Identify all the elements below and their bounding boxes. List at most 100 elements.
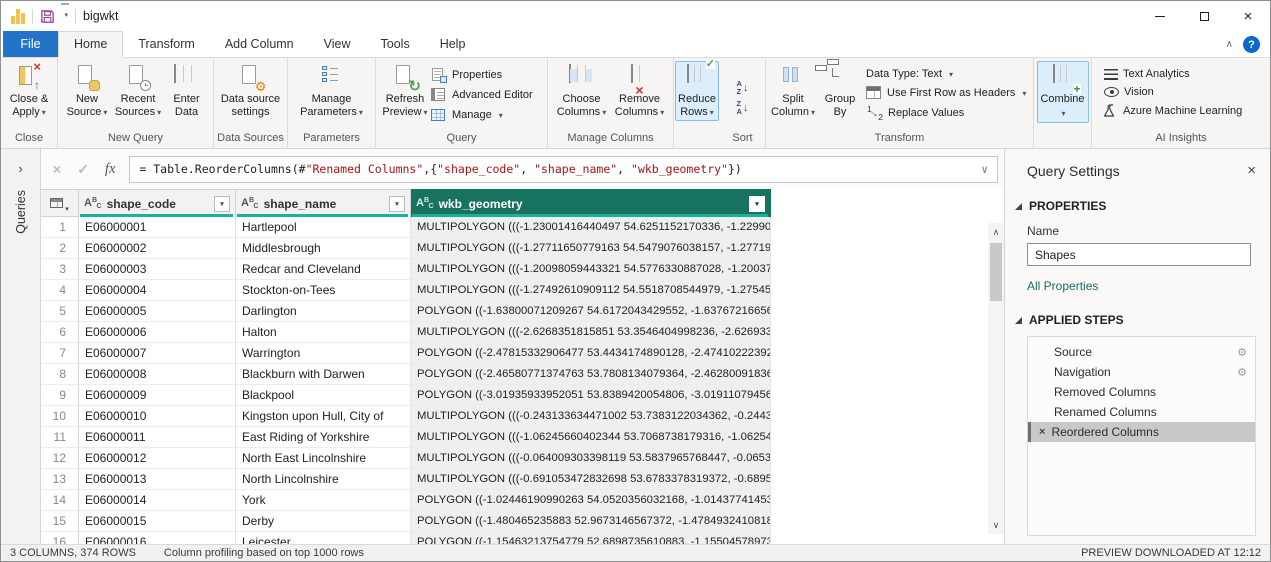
column-header-wkb-geometry[interactable]: ABC wkb_geometry ▾ xyxy=(411,189,771,217)
tab-add-column[interactable]: Add Column xyxy=(210,31,309,57)
tab-tools[interactable]: Tools xyxy=(366,31,425,57)
sort-ascending-button[interactable]: AZ↓ xyxy=(737,80,749,95)
group-by-button[interactable]: Group By xyxy=(818,61,862,120)
shape-code-cell[interactable]: E06000007 xyxy=(79,343,236,364)
shape-code-cell[interactable]: E06000010 xyxy=(79,406,236,427)
combine-button[interactable]: + Combine ▾ xyxy=(1037,61,1089,123)
tab-transform[interactable]: Transform xyxy=(123,31,210,57)
data-source-settings-button[interactable]: ⚙ Data source settings xyxy=(216,61,286,120)
recent-sources-button[interactable]: Recent Sources▾ xyxy=(112,61,165,121)
collapse-ribbon-icon[interactable]: ∧ xyxy=(1226,39,1233,50)
new-source-button[interactable]: New Source▾ xyxy=(63,61,112,121)
split-column-button[interactable]: Split Column▾ xyxy=(768,61,818,121)
query-name-input[interactable] xyxy=(1027,243,1251,266)
shape-name-cell[interactable]: Darlington xyxy=(236,301,411,322)
shape-code-cell[interactable]: E06000001 xyxy=(79,217,236,238)
wkb-geometry-cell[interactable]: POLYGON ((-1.15463213754779 52.689873561… xyxy=(411,532,771,544)
commit-formula-icon[interactable]: ✓ xyxy=(77,161,89,178)
queries-pane-label[interactable]: Queries xyxy=(14,190,28,234)
row-number-cell[interactable]: 4 xyxy=(41,280,79,301)
properties-button[interactable]: Properties xyxy=(431,68,502,82)
close-apply-button[interactable]: ×↑ Close & Apply▾ xyxy=(3,61,55,121)
row-number-cell[interactable]: 5 xyxy=(41,301,79,322)
row-number-cell[interactable]: 6 xyxy=(41,322,79,343)
fx-icon[interactable]: fx xyxy=(105,161,115,178)
replace-values-button[interactable]: 1→2 Replace Values xyxy=(866,106,964,120)
reduce-rows-button[interactable]: ✓ Reduce Rows▾ xyxy=(675,61,719,121)
use-first-row-button[interactable]: Use First Row as Headers ▾ xyxy=(866,86,1026,100)
shape-name-cell[interactable]: Warrington xyxy=(236,343,411,364)
shape-name-cell[interactable]: East Riding of Yorkshire xyxy=(236,427,411,448)
enter-data-button[interactable]: Enter Data xyxy=(165,61,209,120)
wkb-geometry-cell[interactable]: POLYGON ((-1.02446190990263 54.052035603… xyxy=(411,490,771,511)
wkb-geometry-cell[interactable]: POLYGON ((-2.46580771374763 53.780813407… xyxy=(411,364,771,385)
shape-code-cell[interactable]: E06000003 xyxy=(79,259,236,280)
manage-button[interactable]: Manage ▾ xyxy=(431,108,503,122)
row-number-cell[interactable]: 8 xyxy=(41,364,79,385)
tab-view[interactable]: View xyxy=(309,31,366,57)
row-number-cell[interactable]: 15 xyxy=(41,511,79,532)
choose-columns-button[interactable]: Choose Columns▾ xyxy=(553,61,611,121)
sort-descending-button[interactable]: ZA↓ xyxy=(737,100,749,115)
wkb-geometry-cell[interactable]: MULTIPOLYGON (((-1.27711650779163 54.547… xyxy=(411,238,771,259)
wkb-geometry-cell[interactable]: POLYGON ((-2.47815332906477 53.443417489… xyxy=(411,343,771,364)
formula-input[interactable]: = Table.ReorderColumns(#"Renamed Columns… xyxy=(129,156,998,183)
wkb-geometry-cell[interactable]: MULTIPOLYGON (((-0.064009303398119 53.58… xyxy=(411,448,771,469)
wkb-geometry-cell[interactable]: POLYGON ((-3.01935933952051 53.838942005… xyxy=(411,385,771,406)
wkb-geometry-cell[interactable]: MULTIPOLYGON (((-0.691053472832698 53.67… xyxy=(411,469,771,490)
delete-step-icon[interactable]: × xyxy=(1039,426,1045,438)
shape-code-cell[interactable]: E06000002 xyxy=(79,238,236,259)
expand-formula-icon[interactable]: ∨ xyxy=(973,163,988,176)
wkb-geometry-cell[interactable]: MULTIPOLYGON (((-0.243133634471002 53.73… xyxy=(411,406,771,427)
wkb-geometry-cell[interactable]: POLYGON ((-1.63800071209267 54.617204342… xyxy=(411,301,771,322)
column-header-shape-code[interactable]: ABC shape_code ▾ xyxy=(79,189,236,217)
applied-step[interactable]: Removed Columns xyxy=(1028,382,1255,402)
minimize-button[interactable] xyxy=(1138,1,1182,31)
close-pane-icon[interactable]: × xyxy=(1247,162,1256,179)
wkb-geometry-cell[interactable]: POLYGON ((-1.480465235883 52.96731465673… xyxy=(411,511,771,532)
scroll-down-icon[interactable]: ∨ xyxy=(988,518,1004,532)
vertical-scrollbar[interactable]: ∧ ∨ xyxy=(988,223,1004,534)
row-number-cell[interactable]: 11 xyxy=(41,427,79,448)
shape-code-cell[interactable]: E06000005 xyxy=(79,301,236,322)
column-filter-button[interactable]: ▾ xyxy=(214,196,230,212)
quick-access-dropdown-icon[interactable]: ▾ xyxy=(63,13,69,19)
close-window-button[interactable]: × xyxy=(1226,1,1270,31)
save-icon[interactable] xyxy=(40,9,55,24)
file-menu-button[interactable]: File xyxy=(3,31,58,57)
shape-code-cell[interactable]: E06000011 xyxy=(79,427,236,448)
shape-name-cell[interactable]: Kingston upon Hull, City of xyxy=(236,406,411,427)
expand-queries-icon[interactable]: › xyxy=(1,161,40,176)
data-type-button[interactable]: Data Type: Text ▾ xyxy=(866,68,953,80)
gear-icon[interactable]: ⚙ xyxy=(1237,346,1247,359)
shape-name-cell[interactable]: North Lincolnshire xyxy=(236,469,411,490)
row-number-cell[interactable]: 7 xyxy=(41,343,79,364)
shape-code-cell[interactable]: E06000004 xyxy=(79,280,236,301)
shape-code-cell[interactable]: E06000008 xyxy=(79,364,236,385)
select-all-button[interactable]: ▾ xyxy=(41,189,79,217)
shape-name-cell[interactable]: York xyxy=(236,490,411,511)
shape-name-cell[interactable]: Leicester xyxy=(236,532,411,544)
shape-name-cell[interactable]: Hartlepool xyxy=(236,217,411,238)
advanced-editor-button[interactable]: Advanced Editor xyxy=(431,88,533,102)
remove-columns-button[interactable]: × Remove Columns▾ xyxy=(611,61,669,121)
column-header-shape-name[interactable]: ABC shape_name ▾ xyxy=(236,189,411,217)
shape-code-cell[interactable]: E06000013 xyxy=(79,469,236,490)
row-number-cell[interactable]: 12 xyxy=(41,448,79,469)
scroll-up-icon[interactable]: ∧ xyxy=(988,225,1004,239)
row-number-cell[interactable]: 3 xyxy=(41,259,79,280)
tab-home[interactable]: Home xyxy=(58,31,123,58)
shape-name-cell[interactable]: Stockton-on-Tees xyxy=(236,280,411,301)
refresh-preview-button[interactable]: ↻ Refresh Preview▾ xyxy=(379,61,431,121)
applied-step[interactable]: Renamed Columns xyxy=(1028,402,1255,422)
shape-name-cell[interactable]: North East Lincolnshire xyxy=(236,448,411,469)
scrollbar-thumb[interactable] xyxy=(990,243,1002,301)
applied-step[interactable]: Navigation⚙ xyxy=(1028,362,1255,382)
shape-code-cell[interactable]: E06000015 xyxy=(79,511,236,532)
properties-section-header[interactable]: PROPERTIES xyxy=(1015,199,1270,213)
shape-code-cell[interactable]: E06000009 xyxy=(79,385,236,406)
row-number-cell[interactable]: 14 xyxy=(41,490,79,511)
wkb-geometry-cell[interactable]: MULTIPOLYGON (((-1.27492610909112 54.551… xyxy=(411,280,771,301)
row-number-cell[interactable]: 16 xyxy=(41,532,79,544)
row-number-cell[interactable]: 10 xyxy=(41,406,79,427)
